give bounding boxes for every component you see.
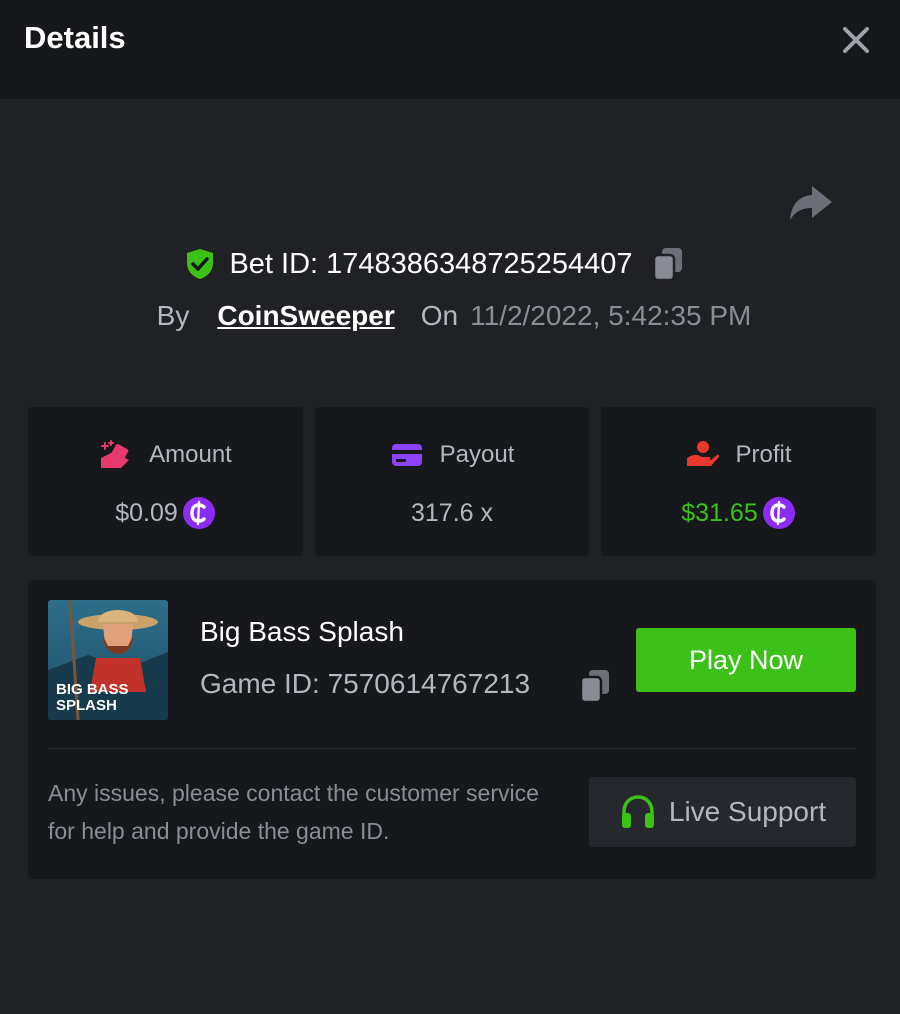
coin-icon	[762, 497, 795, 529]
copy-icon[interactable]	[578, 668, 612, 704]
by-label: By	[156, 300, 190, 331]
payout-value: 317.6 x	[410, 498, 493, 527]
payout-card: Payout 317.6 x	[315, 407, 589, 556]
divider	[48, 748, 856, 749]
game-thumbnail[interactable]: BIG BASS SPLASH	[48, 600, 168, 720]
live-support-button[interactable]: Live Support	[589, 777, 856, 847]
game-id-label: Game ID:	[200, 668, 320, 699]
game-card: BIG BASS SPLASH Big Bass Splash Game ID:…	[28, 580, 876, 879]
details-header: Details	[0, 0, 900, 99]
profit-hand-icon	[687, 441, 720, 466]
card-icon	[391, 444, 422, 466]
game-id-value: 7570614767213	[327, 668, 531, 699]
game-id-row: Game ID: 7570614767213	[200, 668, 530, 700]
shield-check-icon	[187, 249, 214, 279]
money-hand-icon	[101, 440, 130, 468]
live-support-label: Live Support	[668, 796, 827, 827]
page-title: Details	[24, 20, 126, 55]
profit-value: $31.65	[681, 498, 758, 527]
profit-card: Profit $31.65	[601, 407, 876, 556]
on-label: On	[420, 300, 459, 331]
bet-meta-row: By CoinSweeper On 11/2/2022, 5:42:35 PM	[0, 294, 900, 338]
play-now-button[interactable]: Play Now	[636, 628, 856, 692]
bet-datetime: 11/2/2022, 5:42:35 PM	[470, 300, 752, 331]
amount-label: Amount	[149, 441, 232, 468]
amount-card: Amount $0.09	[28, 407, 303, 556]
help-text: Any issues, please contact the customer …	[48, 780, 539, 844]
amount-value: $0.09	[115, 498, 178, 527]
bet-id-label: Bet ID:	[229, 247, 319, 280]
game-name: Big Bass Splash	[200, 616, 404, 647]
close-icon[interactable]	[838, 22, 874, 58]
payout-label: Payout	[439, 441, 515, 468]
headset-icon	[621, 795, 654, 828]
thumbnail-title-line2: SPLASH	[56, 697, 117, 714]
coin-icon	[182, 497, 215, 529]
profit-label: Profit	[735, 441, 792, 468]
copy-icon[interactable]	[651, 246, 685, 282]
thumbnail-title-line1: BIG BASS	[56, 681, 129, 698]
bet-id-value: 1748386348725254407	[326, 247, 633, 280]
username-link[interactable]: CoinSweeper	[217, 300, 394, 332]
share-arrow-icon[interactable]	[788, 182, 834, 224]
bet-id-row: Bet ID: 1748386348725254407	[0, 244, 900, 284]
